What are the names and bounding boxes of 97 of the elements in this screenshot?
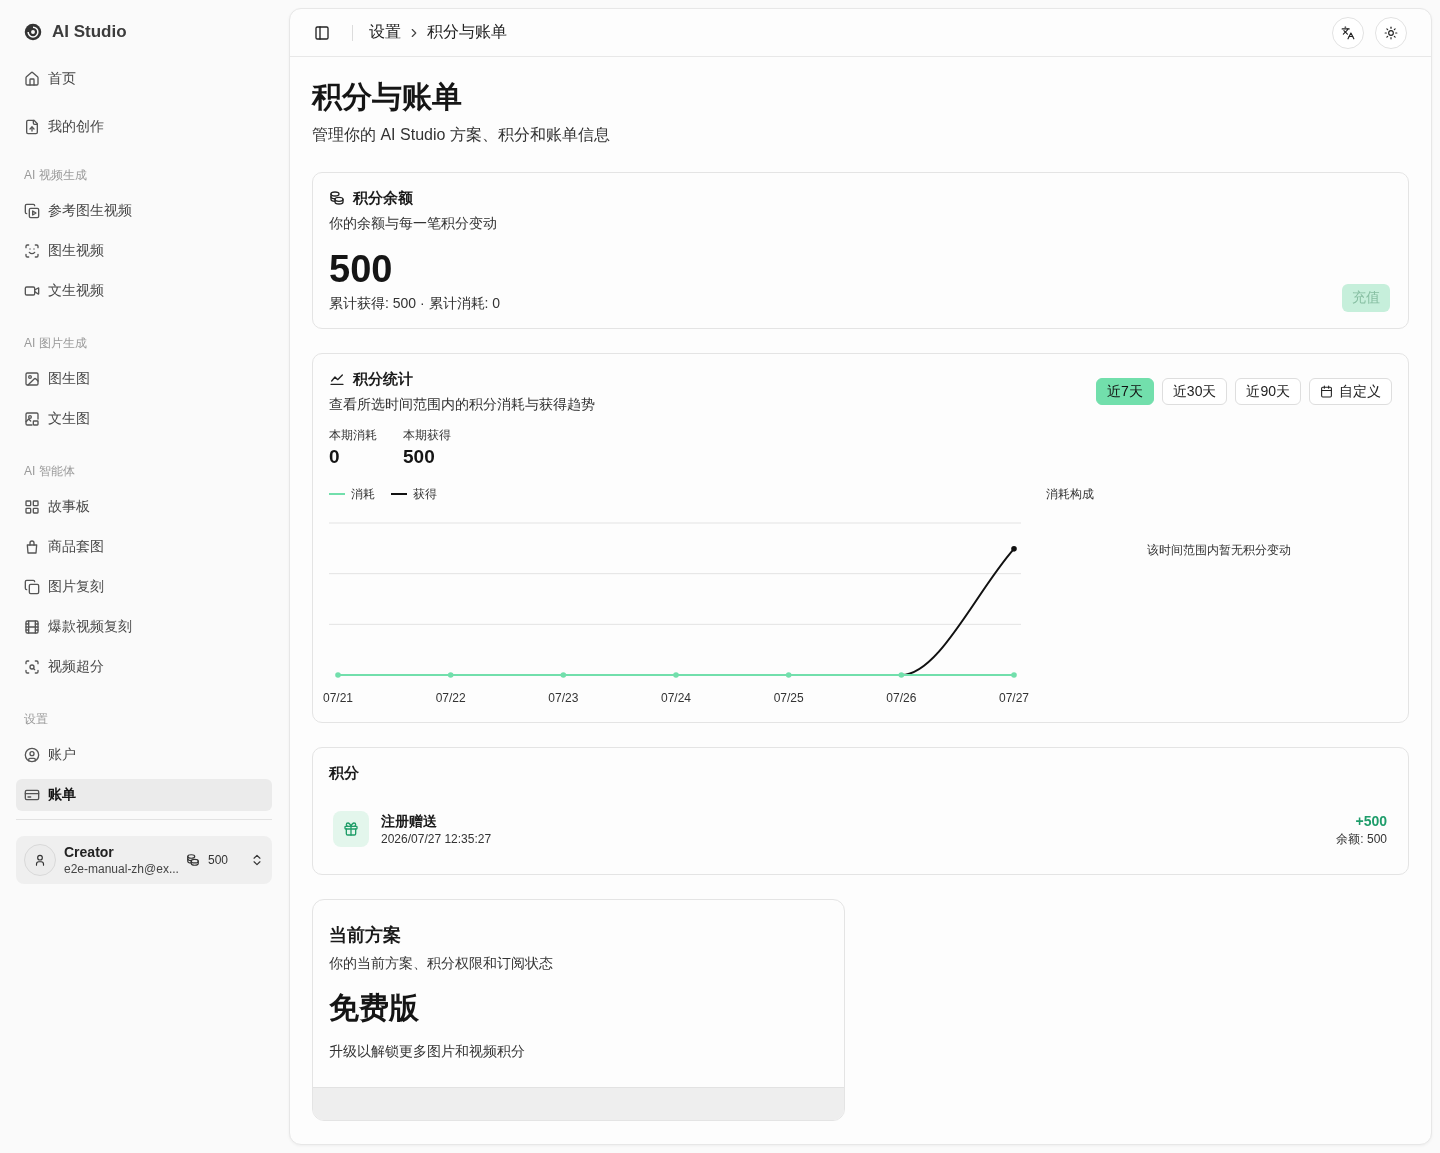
- card-title: 积分余额: [353, 188, 413, 208]
- coins-icon: [329, 190, 345, 206]
- transaction-balance: 余额: 500: [1336, 831, 1387, 847]
- grid-icon: [24, 499, 40, 515]
- plan-title: 当前方案: [329, 924, 401, 947]
- axis-label: 07/23: [548, 691, 579, 705]
- breadcrumb-link[interactable]: 设置: [369, 22, 401, 43]
- range-tab[interactable]: 自定义: [1309, 378, 1392, 405]
- sidebar-item[interactable]: 首页: [16, 63, 272, 95]
- gift-icon: [333, 811, 369, 847]
- theme-button[interactable]: [1375, 16, 1407, 49]
- balance-amount: 500: [329, 247, 394, 291]
- axis-label: 07/21: [323, 691, 353, 705]
- home-icon: [24, 71, 40, 87]
- stat-value: 0: [329, 445, 341, 469]
- account-switcher[interactable]: Creator e2e-manual-zh@ex... 500: [16, 836, 272, 884]
- scan-magnifier-icon: [24, 659, 40, 675]
- data-point: [898, 672, 905, 678]
- plan-description: 你的当前方案、积分权限和订阅状态: [329, 954, 553, 973]
- sidebar-item[interactable]: 视频超分: [16, 651, 272, 683]
- sidebar-item[interactable]: 商品套图: [16, 531, 272, 563]
- logo-icon: [24, 23, 42, 41]
- range-tab[interactable]: 近90天: [1235, 378, 1301, 405]
- card-title: 积分统计: [353, 369, 413, 389]
- sidebar-item[interactable]: 我的创作: [16, 111, 272, 143]
- transaction-title: 注册赠送: [381, 812, 437, 831]
- legend-label: 消耗: [351, 485, 375, 503]
- transaction-time: 2026/07/27 12:35:27: [381, 831, 492, 847]
- user-name: Creator: [64, 843, 115, 861]
- sidebar-toggle-button[interactable]: [314, 24, 330, 41]
- card-title: 积分: [329, 763, 359, 783]
- credit-card-icon: [24, 787, 40, 803]
- copy-icon: [24, 579, 40, 595]
- credit-balance: 500: [207, 853, 228, 867]
- plan-name: 免费版: [329, 990, 419, 1026]
- section-heading: AI 视频生成: [23, 166, 88, 184]
- sun-icon: [1384, 25, 1398, 40]
- line-chart-icon: [329, 371, 345, 387]
- axis-label: 07/24: [661, 691, 691, 705]
- axis-label: 07/26: [886, 691, 917, 705]
- face-scan-icon: [24, 243, 40, 259]
- data-point: [785, 672, 792, 678]
- sidebar-item[interactable]: 图生视频: [16, 235, 272, 267]
- stat-value: 500: [403, 445, 436, 469]
- data-point: [560, 672, 567, 678]
- sidebar-item[interactable]: 文生视频: [16, 275, 272, 307]
- data-point: [673, 672, 679, 678]
- transaction-amount: +500: [1355, 812, 1387, 831]
- sidebar-item[interactable]: 故事板: [16, 491, 272, 523]
- coins-icon: [185, 853, 200, 867]
- image-icon: [24, 411, 40, 427]
- data-point: [1011, 672, 1017, 678]
- layers-play-icon: [24, 203, 40, 219]
- sidebar-item[interactable]: 爆款视频复刻: [16, 611, 272, 643]
- film-icon: [24, 619, 40, 635]
- sidebar-item[interactable]: 图片复刻: [16, 571, 272, 603]
- user-email: e2e-manual-zh@ex...: [64, 860, 178, 877]
- breakdown-title: 消耗构成: [1046, 486, 1095, 502]
- chevrons-icon: [250, 853, 264, 867]
- card-description: 你的余额与每一笔积分变动: [329, 214, 498, 233]
- user-circle-icon: [24, 747, 40, 763]
- avatar-icon: [24, 844, 56, 876]
- sidebar-item[interactable]: 账户: [16, 739, 272, 771]
- sidebar-item[interactable]: 图生图: [16, 363, 272, 395]
- data-point: [335, 672, 341, 678]
- axis-label: 07/27: [999, 691, 1029, 705]
- video-camera-icon: [24, 283, 40, 299]
- plan-note: 升级以解锁更多图片和视频积分: [329, 1042, 525, 1061]
- axis-label: 07/22: [435, 691, 466, 705]
- section-heading: AI 图片生成: [23, 334, 88, 352]
- sidebar-item[interactable]: 参考图生视频: [16, 195, 272, 227]
- image-icon: [24, 371, 40, 387]
- shopping-bag-icon: [24, 539, 40, 555]
- brand-name: AI Studio: [52, 22, 127, 42]
- panel-left-icon: [314, 24, 330, 41]
- axis-label: 07/25: [773, 691, 804, 705]
- file-upload-icon: [24, 119, 40, 135]
- calendar-icon: [1320, 385, 1333, 398]
- sidebar-item[interactable]: 文生图: [16, 403, 272, 435]
- stat-label: 本期消耗: [329, 427, 377, 443]
- section-heading: AI 智能体: [23, 462, 76, 480]
- range-tab[interactable]: 近30天: [1161, 378, 1228, 405]
- page-subtitle: 管理你的 AI Studio 方案、积分和账单信息: [312, 125, 611, 145]
- empty-state-text: 该时间范围内暂无积分变动: [1147, 543, 1291, 557]
- data-point: [447, 672, 454, 678]
- language-button[interactable]: [1332, 16, 1364, 49]
- balance-totals: 累计获得: 500 · 累计消耗: 0: [329, 294, 501, 313]
- translate-icon: [1341, 25, 1355, 40]
- page-title: 积分与账单: [312, 79, 463, 115]
- legend-label: 获得: [413, 485, 437, 503]
- breadcrumb-current: 积分与账单: [427, 22, 507, 42]
- stat-label: 本期获得: [403, 427, 451, 443]
- sidebar-item[interactable]: 账单: [16, 779, 272, 811]
- data-point: [1011, 546, 1017, 552]
- range-tab[interactable]: 近7天: [1096, 378, 1154, 405]
- card-description: 查看所选时间范围内的积分消耗与获得趋势: [329, 395, 595, 414]
- section-heading: 设置: [23, 710, 49, 728]
